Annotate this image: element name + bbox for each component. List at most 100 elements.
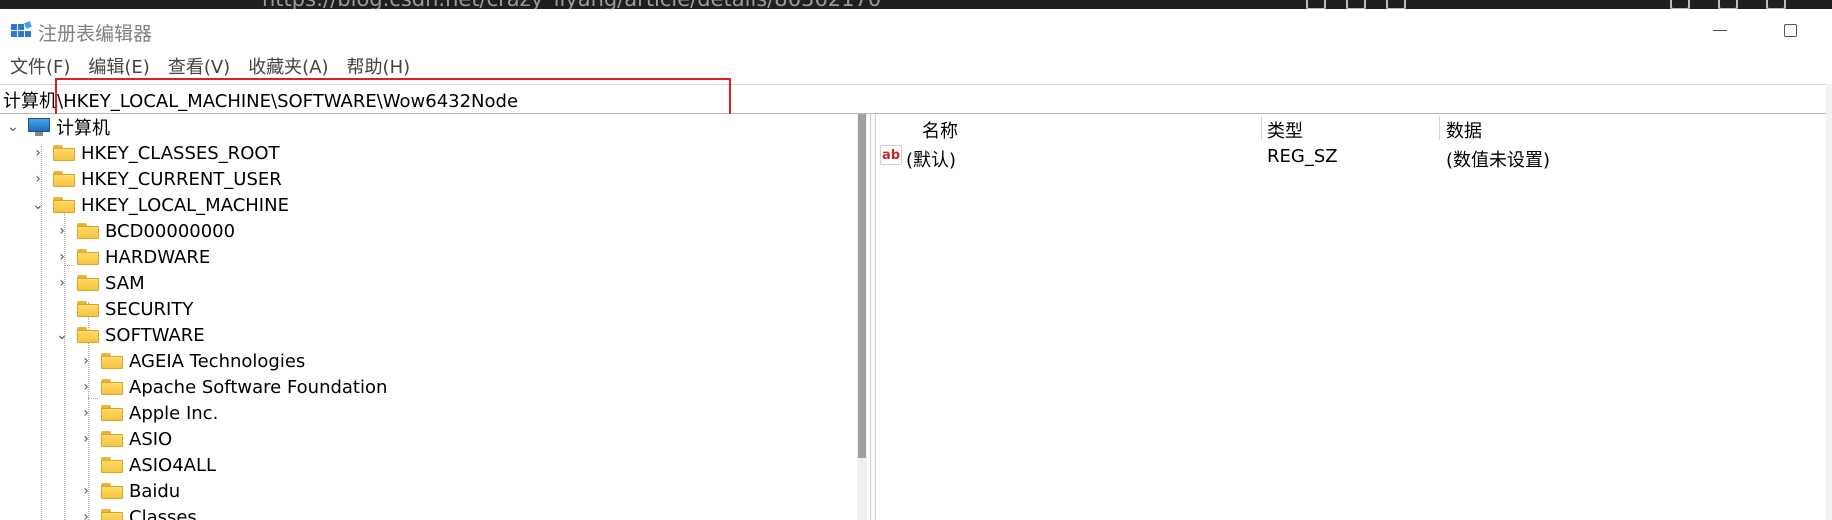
tree-node-label: Apache Software Foundation <box>129 376 388 398</box>
chevron-right-icon[interactable]: › <box>31 140 45 166</box>
extensions-icon[interactable] <box>1718 0 1738 9</box>
chevron-right-icon[interactable]: › <box>55 218 69 244</box>
folder-icon <box>101 431 123 447</box>
chevron-right-icon[interactable]: › <box>55 270 69 296</box>
chevron-right-icon[interactable]: › <box>79 478 93 504</box>
tree-node[interactable]: › Baidu <box>79 478 180 504</box>
reader-icon[interactable] <box>1346 0 1366 9</box>
tree-scrollbar[interactable] <box>857 114 867 520</box>
folder-icon <box>101 353 123 369</box>
tree-node-label: BCD00000000 <box>105 220 236 242</box>
regedit-icon <box>11 21 32 37</box>
address-bar[interactable]: 计算机\HKEY_LOCAL_MACHINE\SOFTWARE\Wow6432N… <box>0 84 1832 114</box>
tree-node-label: HKEY_CLASSES_ROOT <box>81 142 280 164</box>
address-path[interactable]: 计算机\HKEY_LOCAL_MACHINE\SOFTWARE\Wow6432N… <box>3 87 518 113</box>
maximize-button[interactable] <box>1770 15 1810 45</box>
registry-tree: ⌄ 计算机 › HKEY_CLASSES_ROOT › HKEY_CURRENT… <box>0 114 884 520</box>
tree-node-label: HARDWARE <box>105 246 211 268</box>
tree-node-label: 计算机 <box>56 118 110 139</box>
folder-icon <box>101 509 123 520</box>
folder-icon <box>77 275 99 291</box>
favorite-icon[interactable] <box>1386 0 1406 9</box>
tree-node-label: Apple Inc. <box>129 402 219 424</box>
column-header-type[interactable]: 类型 <box>1267 117 1303 143</box>
folder-icon <box>77 301 99 317</box>
tree-node[interactable]: › Classes <box>79 504 197 520</box>
tree-node-label: HKEY_LOCAL_MACHINE <box>81 194 289 216</box>
value-row[interactable]: ab (默认) REG_SZ (数值未设置) <box>876 142 1832 171</box>
tree-node[interactable]: › Apple Inc. <box>79 400 218 426</box>
menu-view[interactable]: 查看(V) <box>159 55 239 81</box>
browser-address-strip: https://blog.csdn.net/crazy_liyang/artic… <box>0 0 1832 9</box>
values-list: 名称 类型 数据 ab (默认) REG_SZ (数值未设置) <box>876 114 1832 520</box>
tree-node-label: ASIO4ALL <box>129 454 217 476</box>
menu-favorites[interactable]: 收藏夹(A) <box>239 55 337 81</box>
window-right-edge <box>1826 84 1832 520</box>
menu-help[interactable]: 帮助(H) <box>338 55 420 81</box>
folder-icon <box>101 483 123 499</box>
chevron-down-icon[interactable]: ⌄ <box>6 114 20 140</box>
download-icon[interactable] <box>1670 0 1690 9</box>
folder-icon <box>53 145 75 161</box>
tree-node-label: SECURITY <box>105 298 194 320</box>
tree-node-label: HKEY_CURRENT_USER <box>81 168 282 190</box>
column-separator[interactable] <box>1261 116 1262 140</box>
tree-node[interactable]: › HKEY_CURRENT_USER <box>31 166 282 192</box>
browser-url: https://blog.csdn.net/crazy_liyang/artic… <box>262 0 881 9</box>
tree-node-label: AGEIA Technologies <box>129 350 306 372</box>
minimize-button[interactable] <box>1700 15 1740 45</box>
folder-icon <box>101 379 123 395</box>
window-title: 注册表编辑器 <box>38 23 153 45</box>
folder-icon <box>53 171 75 187</box>
list-header: 名称 类型 数据 <box>876 114 1832 142</box>
chevron-right-icon[interactable]: › <box>31 166 45 192</box>
minimize-icon <box>1713 29 1727 31</box>
column-separator[interactable] <box>1439 116 1440 140</box>
title-bar: 注册表编辑器 <box>0 9 1832 54</box>
chevron-right-icon[interactable]: › <box>79 348 93 374</box>
column-header-data[interactable]: 数据 <box>1446 117 1482 143</box>
string-value-icon: ab <box>880 145 902 165</box>
menu-edit[interactable]: 编辑(E) <box>79 55 158 81</box>
chevron-right-icon[interactable]: › <box>55 244 69 270</box>
column-header-name[interactable]: 名称 <box>922 117 958 143</box>
tree-node[interactable]: ⌄ HKEY_LOCAL_MACHINE <box>31 192 289 218</box>
chevron-right-icon[interactable]: › <box>79 374 93 400</box>
chevron-down-icon[interactable]: ⌄ <box>55 322 69 348</box>
extension-icon[interactable] <box>1306 0 1326 9</box>
menu-bar: 文件(F) 编辑(E) 查看(V) 收藏夹(A) 帮助(H) <box>0 54 1832 82</box>
tree-node[interactable]: › AGEIA Technologies <box>79 348 305 374</box>
tree-scrollbar-thumb[interactable] <box>858 114 866 458</box>
folder-icon <box>77 327 99 343</box>
folder-icon <box>53 197 75 213</box>
tree-node[interactable]: › HARDWARE <box>55 244 210 270</box>
tree-node[interactable]: › ASIO <box>79 426 172 452</box>
maximize-icon <box>1783 23 1797 37</box>
tree-node[interactable]: › HKEY_CLASSES_ROOT <box>31 140 280 166</box>
tree-node-label: SAM <box>105 272 145 294</box>
value-type: REG_SZ <box>1267 146 1338 167</box>
folder-icon <box>101 457 123 473</box>
chevron-right-icon[interactable]: › <box>79 426 93 452</box>
tree-node[interactable]: SECURITY <box>55 296 193 322</box>
chevron-right-icon[interactable]: › <box>79 400 93 426</box>
tree-node[interactable]: ASIO4ALL <box>79 452 216 478</box>
chevron-down-icon[interactable]: ⌄ <box>31 192 45 218</box>
menu-file[interactable]: 文件(F) <box>0 55 79 81</box>
folder-icon <box>77 249 99 265</box>
folder-icon <box>77 223 99 239</box>
tree-node-label: Baidu <box>129 480 181 502</box>
tree-node[interactable]: › Apache Software Foundation <box>79 374 387 400</box>
computer-icon <box>28 118 50 136</box>
value-data: (数值未设置) <box>1446 150 1551 171</box>
tree-node[interactable]: › SAM <box>55 270 145 296</box>
tree-node[interactable]: › BCD00000000 <box>55 218 235 244</box>
tree-node-label: SOFTWARE <box>105 324 205 346</box>
tree-node-label: ASIO <box>129 428 173 450</box>
tree-node-label: Classes <box>129 506 197 520</box>
value-name: (默认) <box>906 150 957 171</box>
tree-node[interactable]: ⌄ SOFTWARE <box>55 322 205 348</box>
chevron-right-icon[interactable]: › <box>79 504 93 520</box>
tree-node-computer[interactable]: ⌄ 计算机 <box>6 114 110 140</box>
profile-icon[interactable] <box>1766 0 1786 9</box>
